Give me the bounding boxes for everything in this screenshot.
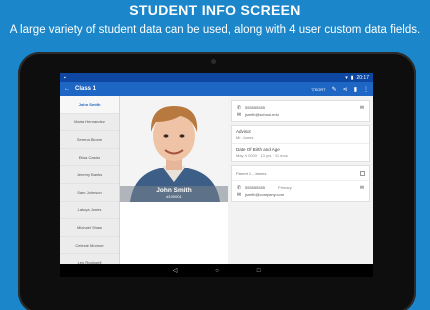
parent-heading: Parent 1 - James	[236, 170, 267, 176]
student-name: Elisa Castro	[78, 154, 101, 160]
parent-email[interactable]: jsmith@company.com	[245, 192, 284, 197]
app-bar: ← Class 1 ▽SORT ✎ ⋖ ▮ ⋮	[60, 82, 373, 96]
parent-phone[interactable]: 555555555	[245, 185, 265, 190]
student-list-item[interactable]: Latoya Jones	[60, 202, 119, 220]
student-list-item[interactable]: Michael Shaw	[60, 219, 119, 237]
tablet-camera	[211, 59, 216, 64]
wifi-icon: ▾	[345, 74, 348, 81]
student-name: Serena Bloom	[76, 136, 103, 142]
advisor-value: Mr. Jones	[236, 135, 254, 140]
student-id-label: #100001	[166, 194, 182, 199]
banner-subtitle: A large variety of student data can be u…	[9, 24, 421, 36]
info-card: Advisor Mr. Jones Date Of Birth and Age …	[231, 125, 370, 162]
student-list-item[interactable]: Sam Johnson	[60, 184, 119, 202]
student-name: Latoya Jones	[77, 207, 102, 213]
share-icon[interactable]: ⋖	[343, 86, 348, 93]
sms-icon[interactable]: ✉	[359, 105, 365, 111]
app-title: Class 1	[75, 86, 97, 92]
student-list-item[interactable]: John Smith	[60, 96, 119, 114]
sort-button[interactable]: ▽SORT	[312, 87, 326, 92]
student-phone[interactable]: 555555555	[245, 105, 265, 110]
dob-value: May 4 2003 · 13 yrs · 11 mos	[236, 153, 288, 158]
student-name: John Smith	[78, 101, 101, 107]
nav-recents-icon[interactable]: □	[257, 268, 261, 274]
parent-card: Parent 1 - James ✆ 555555555 Primary ✉ ✉…	[231, 165, 370, 202]
parent-phone-type: Primary	[278, 185, 292, 190]
student-list: John Smith Maria Hernandez Serena Bloom …	[60, 96, 120, 272]
phone-icon: ✆	[236, 104, 242, 111]
arrow-left-icon[interactable]: ←	[64, 86, 70, 92]
notification-icon: ▪	[64, 74, 66, 81]
sort-label: SORT	[314, 86, 326, 92]
dob-label: Date Of Birth and Age	[236, 147, 280, 152]
student-photo[interactable]: John Smith #100001	[120, 96, 228, 202]
sms-icon[interactable]: ✉	[359, 185, 365, 191]
nav-back-icon[interactable]: ◁	[173, 267, 178, 274]
email-icon: ✉	[236, 111, 242, 118]
student-name: Jeremy Banks	[76, 172, 103, 178]
android-nav-bar: ◁ ○ □	[60, 264, 373, 277]
edit-icon[interactable]: ✎	[332, 86, 337, 93]
student-name: Celeste Monroe	[75, 242, 104, 248]
nav-home-icon[interactable]: ○	[215, 268, 219, 274]
student-list-item[interactable]: Celeste Monroe	[60, 237, 119, 255]
email-icon: ✉	[236, 191, 242, 198]
banner-title: STUDENT INFO SCREEN	[129, 2, 301, 18]
student-list-item[interactable]: Serena Bloom	[60, 131, 119, 149]
status-bar: ▪ ▾ ▮ 20:17	[60, 73, 373, 82]
student-email[interactable]: jsmith@school.edu	[245, 112, 279, 117]
student-list-item[interactable]: Maria Hernandez	[60, 114, 119, 132]
student-name: Michael Shaw	[77, 224, 102, 230]
student-details: ✆ 555555555 ✉ ✉ jsmith@school.edu Adviso…	[228, 96, 373, 264]
delete-icon[interactable]: ▮	[354, 86, 357, 93]
battery-icon: ▮	[350, 74, 354, 81]
student-name-overlay: John Smith #100001	[120, 186, 228, 202]
student-name: Sam Johnson	[77, 189, 102, 195]
student-list-item[interactable]: Elisa Castro	[60, 149, 119, 167]
student-name-label: John Smith	[156, 187, 192, 194]
student-photo-pane: John Smith #100001	[120, 96, 228, 264]
contact-card: ✆ 555555555 ✉ ✉ jsmith@school.edu	[231, 100, 370, 122]
app-screen: ▪ ▾ ▮ 20:17 ← Class 1 ▽SORT ✎ ⋖ ▮ ⋮ John…	[60, 73, 373, 277]
phone-icon: ✆	[236, 184, 242, 191]
more-icon[interactable]: ⋮	[363, 86, 369, 93]
student-name: Maria Hernandez	[74, 119, 105, 125]
student-list-item[interactable]: Jeremy Banks	[60, 166, 119, 184]
advisor-label: Advisor	[236, 129, 252, 134]
status-time: 20:17	[356, 74, 369, 81]
parent-checkbox[interactable]	[360, 170, 365, 176]
